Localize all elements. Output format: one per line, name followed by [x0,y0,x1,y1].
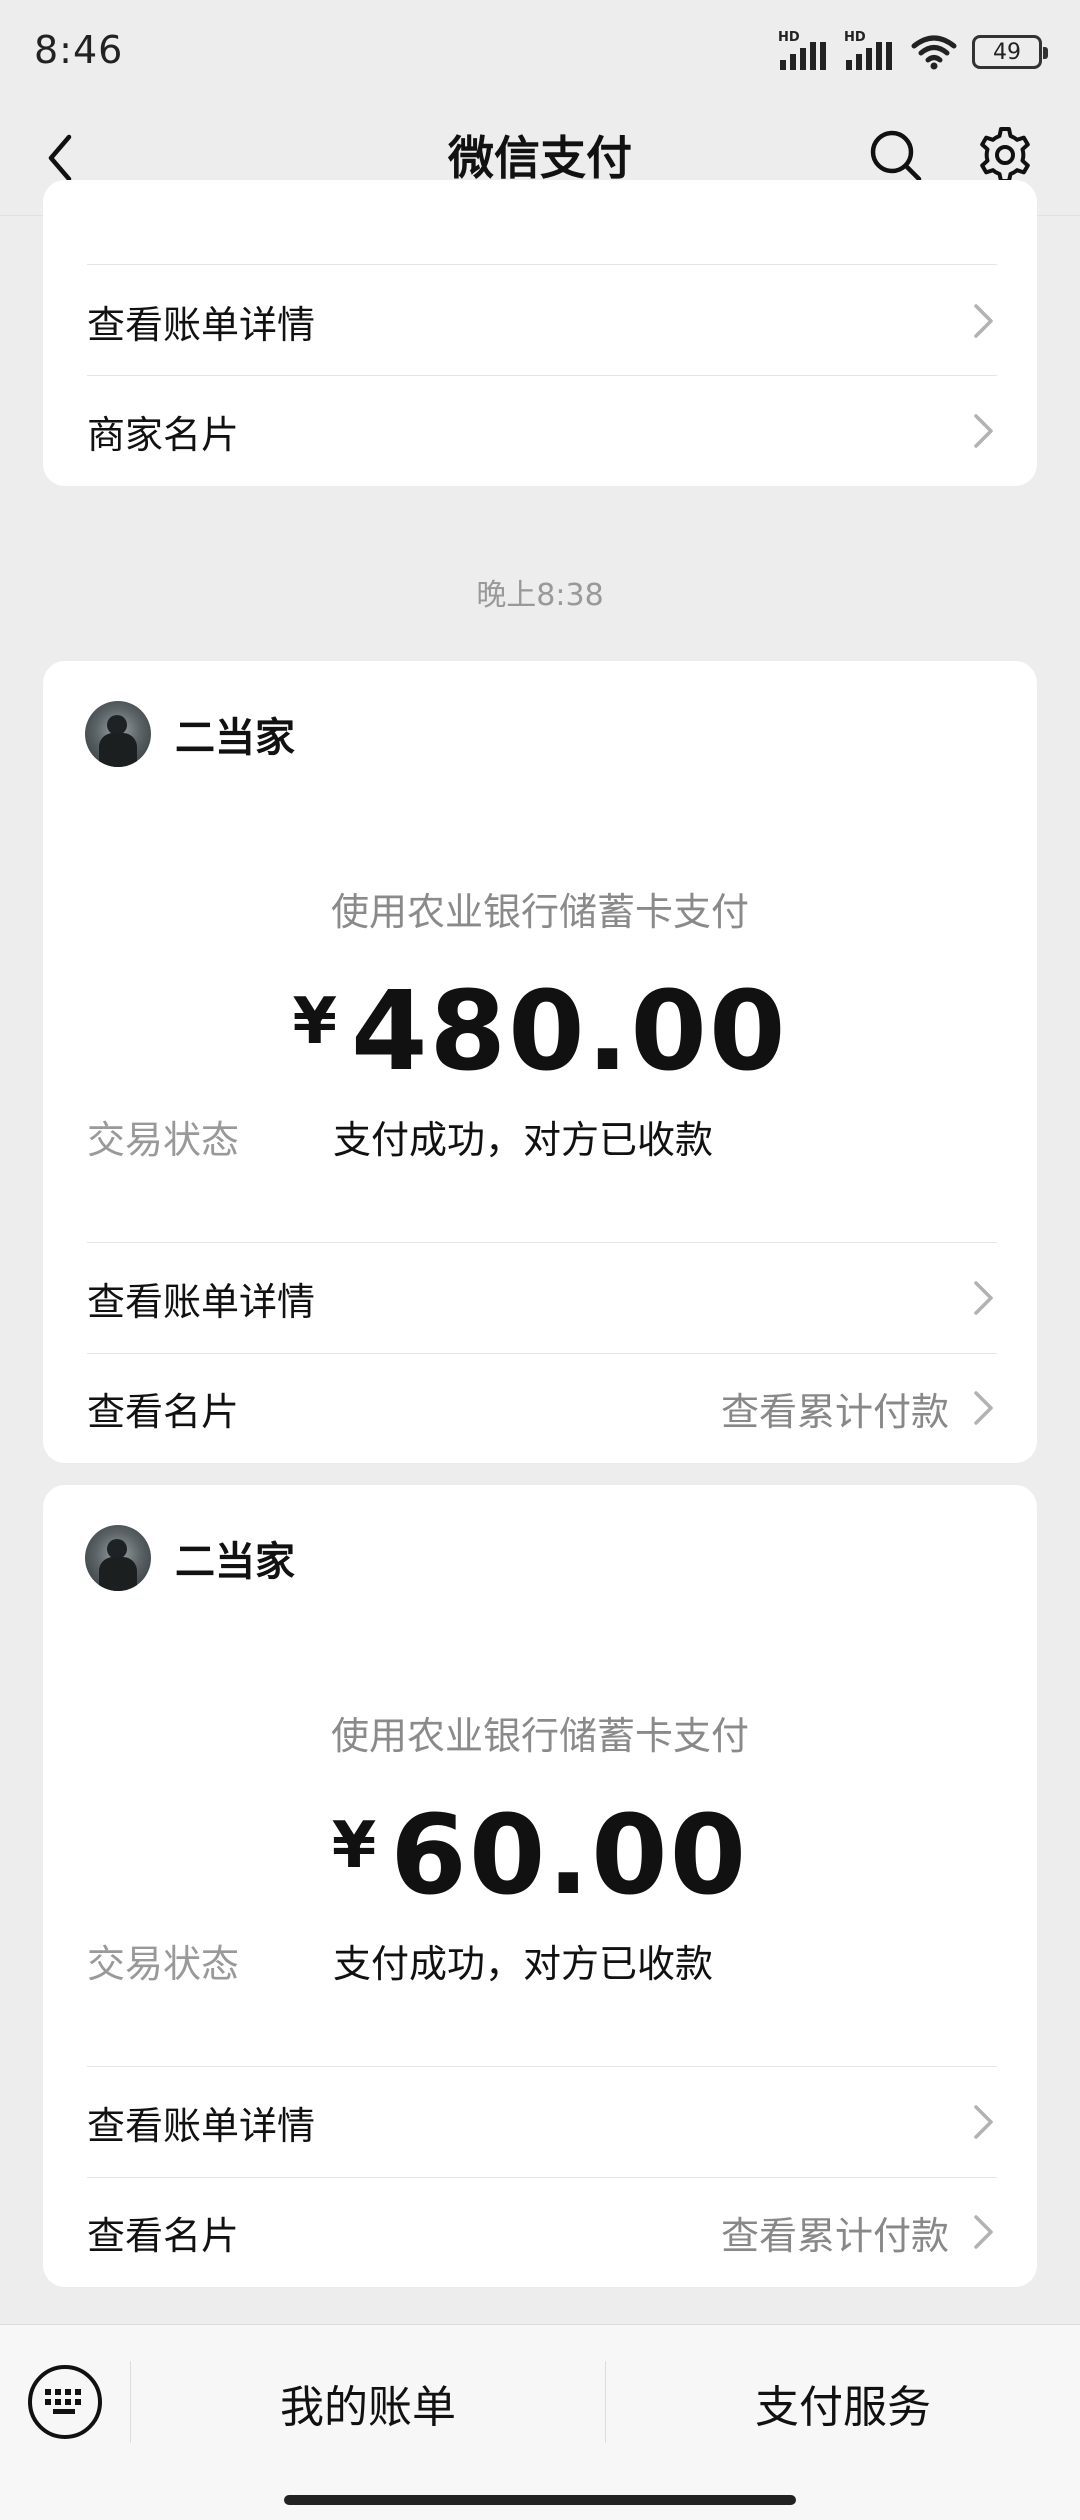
battery-icon: 49 [972,35,1048,69]
payment-card-partial: 查看账单详情 商家名片 [43,180,1037,486]
chevron-right-icon [974,1391,993,1425]
chevron-right-icon [974,2105,993,2139]
status-value: 支付成功，对方已收款 [333,1118,714,1162]
bill-detail-row[interactable]: 查看账单详情 [87,2067,997,2177]
transaction-status: 交易状态 支付成功，对方已收款 [87,1109,713,1164]
merchant-header[interactable]: 二当家 [85,1525,295,1591]
home-indicator[interactable] [284,2495,796,2505]
row-label: 查看名片 [87,2213,240,2258]
currency-symbol: ¥ [292,985,338,1059]
status-value: 支付成功，对方已收款 [333,1942,714,1986]
status-time: 8:46 [34,28,124,72]
my-bills-tab[interactable]: 我的账单 [131,2365,605,2441]
bill-detail-row[interactable]: 查看账单详情 [87,266,997,376]
row-label: 查看名片 [87,1389,240,1434]
amount-value: 60.00 [390,1791,749,1919]
avatar [85,1525,151,1591]
search-icon [870,130,922,182]
payment-amount: ¥ 480.00 [43,971,1037,1091]
transaction-status: 交易状态 支付成功，对方已收款 [87,1933,713,1988]
view-card-row[interactable]: 查看名片 查看累计付款 [87,1353,997,1463]
keyboard-icon [45,2389,81,2414]
payment-method: 使用农业银行储蓄卡支付 [330,1714,749,1758]
row-label: 查看账单详情 [87,1279,316,1324]
row-label: 商家名片 [87,412,240,457]
bill-detail-row[interactable]: 查看账单详情 [87,1243,997,1353]
status-icons: HD HD 49 [778,30,1048,74]
gear-icon [980,127,1030,183]
cumulative-payment-link[interactable]: 查看累计付款 [721,2205,949,2260]
cumulative-payment-link[interactable]: 查看累计付款 [721,1381,949,1436]
view-card-row[interactable]: 查看名片 查看累计付款 [87,2177,997,2287]
merchant-header[interactable]: 二当家 [85,701,295,767]
status-bar: 8:46 HD HD 49 [0,0,1080,100]
payment-method: 使用农业银行储蓄卡支付 [330,890,749,934]
keyboard-button[interactable] [28,2365,102,2439]
wifi-icon [911,35,957,70]
battery-level: 49 [993,39,1021,65]
row-label: 查看账单详情 [87,302,316,347]
bottom-bar: 我的账单 支付服务 [0,2324,1080,2520]
merchant-name: 二当家 [175,715,295,761]
payment-amount: ¥ 60.00 [43,1795,1037,1915]
message-timestamp: 晚上8:38 [476,578,604,613]
cell-signal-icon: HD [844,30,896,72]
row-label: 查看账单详情 [87,2103,316,2148]
chevron-right-icon [974,414,993,448]
payment-services-tab[interactable]: 支付服务 [606,2365,1080,2441]
amount-value: 480.00 [351,967,788,1095]
divider [87,264,997,265]
avatar [85,701,151,767]
chevron-right-icon [974,2215,993,2249]
payment-card: 二当家 使用农业银行储蓄卡支付 ¥ 60.00 交易状态 支付成功，对方已收款 … [43,1485,1037,2287]
currency-symbol: ¥ [331,1809,377,1883]
chevron-right-icon [974,1281,993,1315]
payment-card: 二当家 使用农业银行储蓄卡支付 ¥ 480.00 交易状态 支付成功，对方已收款… [43,661,1037,1463]
merchant-name: 二当家 [175,1539,295,1585]
cell-signal-icon: HD [778,30,830,72]
chevron-right-icon [974,304,993,338]
status-key: 交易状态 [87,1942,240,1986]
status-key: 交易状态 [87,1118,240,1162]
merchant-card-row[interactable]: 商家名片 [87,376,997,486]
